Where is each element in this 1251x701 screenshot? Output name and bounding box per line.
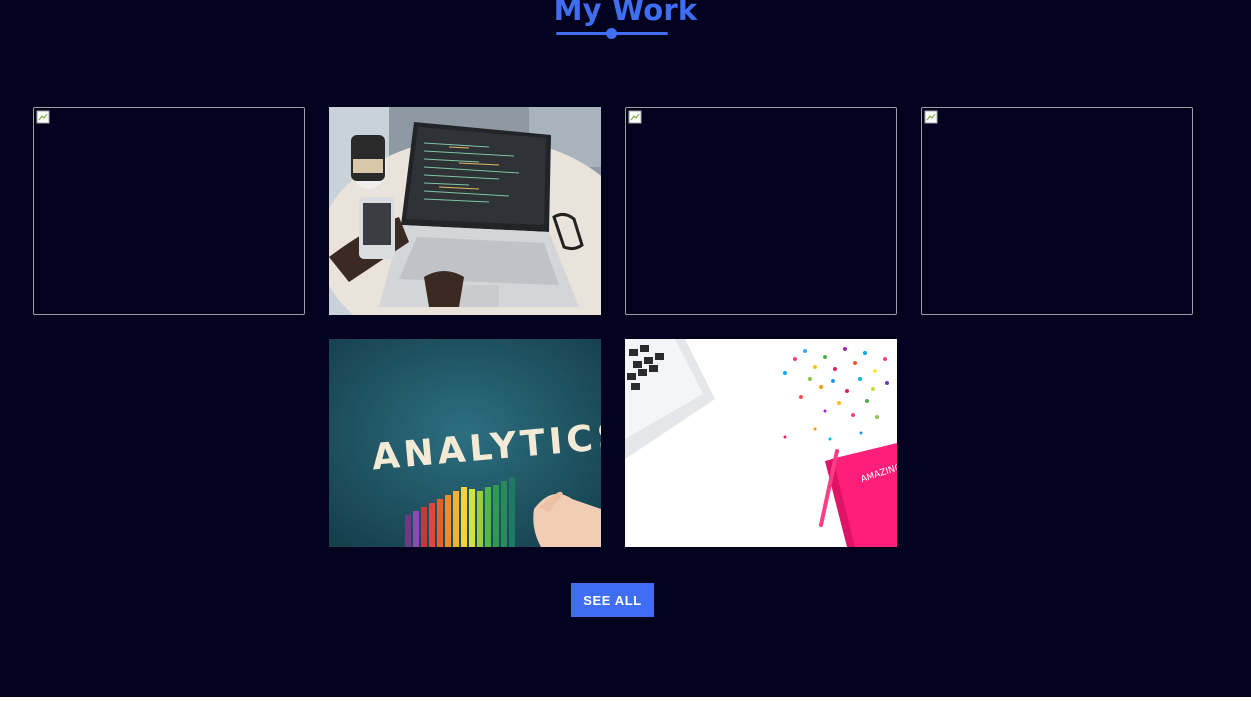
see-all-button[interactable]: SEE ALL [571,583,654,617]
portfolio-item-3[interactable] [625,107,897,315]
broken-image-icon [36,110,50,124]
title-underline-dot [606,28,617,39]
laptop-confetti-notebook-photo: AMAZING [625,339,897,547]
portfolio-item-1[interactable] [33,107,305,315]
next-section-edge [0,697,1251,701]
portfolio-item-2[interactable] [329,107,601,315]
broken-image-icon [628,110,642,124]
portfolio-item-4[interactable] [921,107,1193,315]
broken-image-icon [924,110,938,124]
portfolio-section: My Work ANALYTICS AMAZING SEE ALL [0,0,1251,701]
portfolio-item-5[interactable]: ANALYTICS [329,339,601,547]
laptop-code-photo [329,107,601,315]
portfolio-item-6[interactable]: AMAZING [625,339,897,547]
analytics-pencils-photo: ANALYTICS [329,339,601,547]
section-title: My Work [553,0,698,27]
